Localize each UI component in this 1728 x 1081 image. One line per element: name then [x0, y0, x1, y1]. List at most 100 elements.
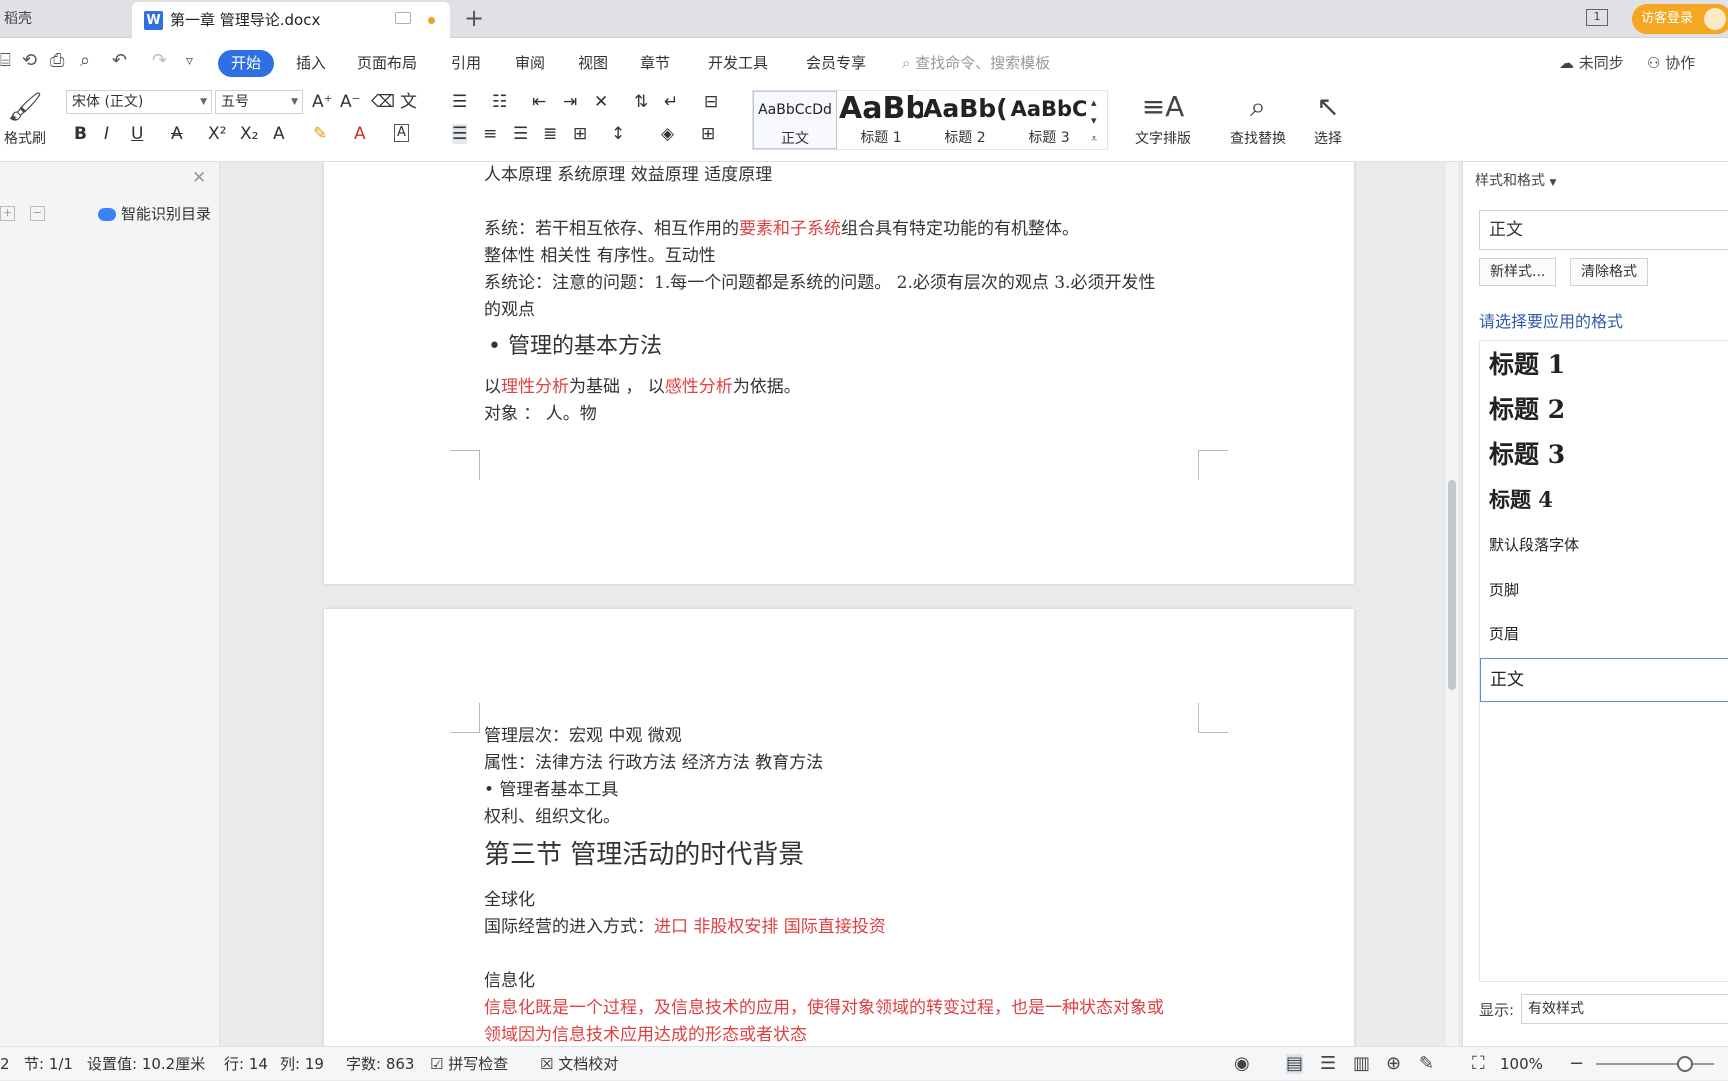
phonetic-icon[interactable]: 文: [400, 92, 417, 112]
bullet-list-icon[interactable]: ☰: [452, 92, 467, 112]
style-heading-3[interactable]: AaBbC 标题 3: [1007, 91, 1091, 149]
tab-insert[interactable]: 插入: [294, 50, 328, 77]
collab-button[interactable]: ⚇ 协作: [1647, 50, 1695, 77]
style-item-footer[interactable]: 页脚: [1480, 570, 1728, 610]
sync-button[interactable]: ☁ 未同步: [1559, 50, 1624, 77]
save-icon[interactable]: ⟲: [22, 52, 37, 70]
gallery-more-icon[interactable]: ⩡: [1091, 129, 1097, 149]
select-button[interactable]: ↖ 选择: [1305, 86, 1351, 148]
format-painter-button[interactable]: 🖌 格式刷: [0, 86, 50, 148]
doc-check-button[interactable]: ☒ 文档校对: [540, 1047, 618, 1081]
char-border-icon[interactable]: A: [394, 124, 409, 142]
show-marks-icon[interactable]: ↵: [664, 92, 678, 112]
zoom-out-icon[interactable]: −: [1569, 1054, 1584, 1074]
style-item-heading-3[interactable]: 标题 3: [1480, 433, 1728, 477]
clear-format-button[interactable]: 清除格式: [1570, 258, 1648, 286]
numbered-list-icon[interactable]: ☷: [492, 92, 507, 112]
reading-view-icon[interactable]: ▥: [1353, 1054, 1370, 1074]
align-center-icon[interactable]: ≡: [483, 124, 497, 144]
styles-panel-title[interactable]: 样式和格式 ▼: [1475, 170, 1556, 190]
close-icon[interactable]: ✕: [192, 168, 206, 188]
tab-member[interactable]: 会员专享: [804, 50, 868, 77]
style-item-normal[interactable]: 正文: [1480, 658, 1728, 702]
style-item-heading-4[interactable]: 标题 4: [1480, 478, 1728, 522]
page-view-icon[interactable]: ▤: [1286, 1054, 1304, 1074]
shading-icon[interactable]: ◈: [661, 124, 674, 144]
undo-icon[interactable]: ↶: [112, 52, 127, 70]
redo-icon[interactable]: ↷: [152, 52, 167, 70]
justify-icon[interactable]: ≣: [543, 124, 557, 144]
zoom-slider-handle[interactable]: [1677, 1056, 1693, 1072]
collapse-all-icon[interactable]: −: [30, 206, 45, 221]
document-page[interactable]: 人本原理 系统原理 效益原理 适度原理 系统：若干相互依存、相互作用的要素和子系…: [324, 162, 1354, 584]
expand-all-icon[interactable]: +: [0, 206, 15, 221]
shrink-font-icon[interactable]: A⁻: [340, 92, 361, 112]
font-name-select[interactable]: 宋体 (正文) ▼: [66, 90, 212, 114]
tab-references[interactable]: 引用: [449, 50, 483, 77]
style-item-heading-2[interactable]: 标题 2: [1480, 388, 1728, 432]
style-item-heading-1[interactable]: 标题 1: [1480, 343, 1728, 387]
zoom-level[interactable]: 100%: [1500, 1047, 1543, 1081]
align-right-icon[interactable]: ☰: [513, 124, 528, 144]
borders-icon[interactable]: ⊞: [701, 124, 715, 144]
web-view-icon[interactable]: ⊕: [1386, 1054, 1401, 1074]
scrollbar-thumb[interactable]: [1448, 480, 1456, 690]
tab-start[interactable]: 开始: [218, 50, 275, 77]
superscript-icon[interactable]: X²: [208, 124, 226, 144]
grow-font-icon[interactable]: A⁺: [312, 92, 333, 112]
font-color-icon[interactable]: A: [354, 124, 366, 144]
distributed-icon[interactable]: ⊞: [573, 124, 587, 144]
show-select[interactable]: 有效样式: [1521, 994, 1728, 1024]
fit-page-icon[interactable]: ⛶: [1472, 1054, 1485, 1074]
increase-indent-icon[interactable]: ⇥: [563, 92, 577, 112]
new-tab-button[interactable]: +: [464, 4, 484, 32]
write-mode-icon[interactable]: ✎: [1419, 1054, 1434, 1074]
open-folder-icon[interactable]: ⌸: [0, 52, 11, 70]
font-size-select[interactable]: 五号 ▼: [215, 90, 303, 114]
tab-developer[interactable]: 开发工具: [706, 50, 770, 77]
print-preview-icon[interactable]: ⌕: [80, 52, 90, 70]
line-spacing-icon[interactable]: ↕: [611, 124, 625, 144]
command-search[interactable]: ⌕ 查找命令、搜索模板: [902, 50, 1050, 77]
chinese-layout-icon[interactable]: ✕: [594, 92, 608, 112]
style-heading-2[interactable]: AaBb( 标题 2: [923, 91, 1007, 149]
decrease-indent-icon[interactable]: ⇤: [532, 92, 546, 112]
style-item-default-font[interactable]: 默认段落字体: [1480, 525, 1728, 565]
subscript-icon[interactable]: X₂: [240, 124, 258, 144]
clear-format-icon[interactable]: ⌫: [371, 92, 395, 112]
word-count[interactable]: 字数: 863: [346, 1047, 414, 1081]
outline-view-icon[interactable]: ☰: [1320, 1054, 1336, 1074]
new-style-button[interactable]: 新样式...: [1479, 258, 1557, 286]
customize-quick-access-icon[interactable]: ▿: [186, 52, 193, 70]
tab-document[interactable]: W 第一章 管理导论.docx: [132, 2, 450, 38]
bold-icon[interactable]: B: [74, 124, 87, 144]
style-normal[interactable]: AaBbCcDd 正文: [753, 91, 837, 149]
sort-icon[interactable]: ⇅: [634, 92, 648, 112]
smart-toc-button[interactable]: 智能识别目录: [121, 200, 211, 228]
tab-stops-icon[interactable]: ⊟: [704, 92, 718, 112]
guest-login-button[interactable]: 访客登录: [1632, 4, 1728, 34]
window-count-icon[interactable]: 1: [1586, 9, 1608, 26]
tab-page-layout[interactable]: 页面布局: [355, 50, 419, 77]
text-layout-button[interactable]: ≡A 文字排版: [1125, 86, 1201, 148]
find-replace-button[interactable]: ⌕ 查找替换: [1220, 86, 1296, 148]
eye-protection-icon[interactable]: ◉: [1234, 1054, 1250, 1074]
zoom-slider[interactable]: [1596, 1063, 1714, 1065]
tab-review[interactable]: 审阅: [513, 50, 547, 77]
current-style-field[interactable]: 正文: [1479, 210, 1728, 250]
highlight-icon[interactable]: ✎: [313, 124, 327, 144]
text-effect-icon[interactable]: A: [273, 124, 285, 144]
underline-icon[interactable]: U: [131, 124, 143, 144]
page-number[interactable]: 2: [0, 1047, 10, 1081]
tab-view[interactable]: 视图: [576, 50, 610, 77]
document-page[interactable]: 管理层次：宏观 中观 微观 属性：法律方法 行政方法 经济方法 教育方法 • 管…: [324, 609, 1354, 1046]
gallery-up-icon[interactable]: ▴: [1091, 93, 1097, 113]
tab-chapter[interactable]: 章节: [638, 50, 672, 77]
gallery-down-icon[interactable]: ▾: [1091, 111, 1097, 131]
print-icon[interactable]: ⎙: [50, 52, 64, 70]
strikethrough-icon[interactable]: A: [171, 124, 183, 144]
monitor-icon[interactable]: [395, 12, 411, 24]
style-item-header[interactable]: 页眉: [1480, 614, 1728, 654]
spell-check-button[interactable]: ☑ 拼写检查: [430, 1047, 508, 1081]
tab-home[interactable]: 稻壳: [0, 0, 128, 38]
